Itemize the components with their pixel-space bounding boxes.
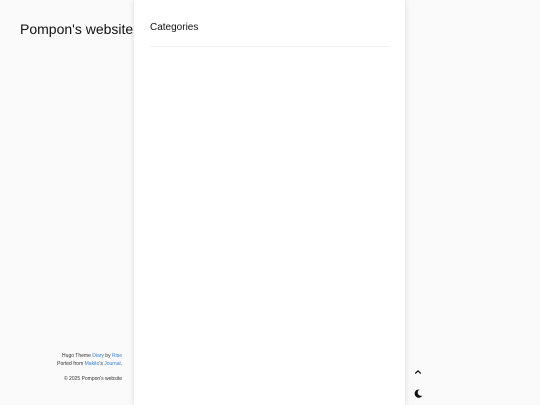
site-title-link[interactable]: Pompon's website	[20, 21, 133, 37]
footer-ported-line: Ported from Makito's Journal.	[57, 360, 122, 368]
theme-diary-link[interactable]: Diary	[92, 353, 104, 359]
sidebar: Pompon's website Hugo Theme Diary by Ris…	[0, 0, 134, 405]
footer-ported-prefix: Ported from	[57, 361, 85, 367]
footer-theme-line: Hugo Theme Diary by Rise	[57, 352, 122, 360]
title-divider	[150, 46, 390, 47]
copyright-text: © 2025 Pompon's website	[63, 376, 122, 382]
journal-link[interactable]: Journal	[104, 361, 120, 367]
author-makito-link[interactable]: Makito	[85, 361, 100, 367]
footer-theme-prefix: Hugo Theme	[62, 353, 93, 359]
page: Pompon's website Hugo Theme Diary by Ris…	[0, 0, 540, 405]
chevron-up-icon	[414, 363, 422, 381]
footer: Hugo Theme Diary by Rise Ported from Mak…	[57, 352, 122, 383]
main-content: Categories	[134, 0, 405, 405]
page-title: Categories	[150, 22, 199, 33]
footer-ported-suffix: .	[120, 361, 122, 367]
author-rise-link[interactable]: Rise	[112, 353, 122, 359]
footer-by-text: by	[103, 353, 112, 359]
dark-mode-toggle[interactable]	[410, 386, 426, 402]
back-to-top-button[interactable]	[410, 364, 426, 380]
moon-icon	[414, 385, 423, 403]
